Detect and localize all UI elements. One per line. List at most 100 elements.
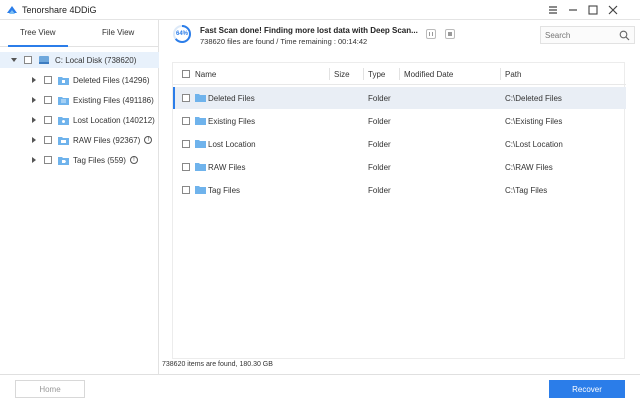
chevron-right-icon[interactable] xyxy=(30,156,38,164)
folder-icon xyxy=(195,117,206,125)
home-button[interactable]: Home xyxy=(15,380,85,398)
scan-status-subtitle: 738620 files are found / Time remaining … xyxy=(200,37,368,46)
stop-button[interactable] xyxy=(445,29,455,39)
row-checkbox[interactable] xyxy=(182,94,190,102)
cell-type: Folder xyxy=(368,94,391,103)
tree-item-deleted-files[interactable]: Deleted Files (14296) xyxy=(30,72,149,88)
tree-item-raw-files[interactable]: RAW Files (92367) ! xyxy=(30,132,153,148)
disk-icon xyxy=(38,55,50,65)
table-row[interactable]: Lost Location Folder C:\Lost Location xyxy=(173,133,626,155)
table-row[interactable]: Tag Files Folder C:\Tag Files xyxy=(173,179,626,201)
table-row[interactable]: Deleted Files Folder C:\Deleted Files xyxy=(173,87,626,109)
chevron-down-icon[interactable] xyxy=(10,56,18,64)
raw-folder-icon xyxy=(58,136,69,145)
cell-name: Deleted Files xyxy=(208,94,255,103)
row-checkbox[interactable] xyxy=(182,186,190,194)
cell-type: Folder xyxy=(368,117,391,126)
file-table: Name Size Type Modified Date Path Delete… xyxy=(172,62,626,359)
tree-root-disk[interactable]: C: Local Disk (738620) xyxy=(0,52,159,68)
scan-status-title: Fast Scan done! Finding more lost data w… xyxy=(200,26,418,35)
footer-bar: Home Recover xyxy=(0,374,640,404)
search-box[interactable] xyxy=(540,26,635,44)
chevron-right-icon[interactable] xyxy=(30,76,38,84)
doc-folder-icon xyxy=(58,96,69,105)
cell-path: C:\RAW Files xyxy=(505,163,553,172)
info-icon[interactable]: ! xyxy=(129,156,138,164)
view-tabs: Tree View File View xyxy=(0,20,159,47)
column-header-size[interactable]: Size xyxy=(334,70,350,79)
cell-type: Folder xyxy=(368,163,391,172)
recover-button[interactable]: Recover xyxy=(549,380,625,398)
chevron-right-icon[interactable] xyxy=(30,96,38,104)
location-folder-icon xyxy=(58,116,69,125)
folder-icon xyxy=(195,186,206,194)
left-panel: Tree View File View C: Local Disk (73862… xyxy=(0,20,159,375)
folder-icon xyxy=(195,163,206,171)
cell-name: Lost Location xyxy=(208,140,256,149)
cell-name: Existing Files xyxy=(208,117,256,126)
table-row[interactable]: Existing Files Folder C:\Existing Files xyxy=(173,110,626,132)
cell-type: Folder xyxy=(368,140,391,149)
app-logo-icon xyxy=(6,4,18,16)
table-header: Name Size Type Modified Date Path xyxy=(173,63,626,85)
tree-checkbox[interactable] xyxy=(44,156,52,164)
folder-icon xyxy=(195,94,206,102)
tree-item-lost-location[interactable]: Lost Location (140212) xyxy=(30,112,155,128)
row-checkbox[interactable] xyxy=(182,163,190,171)
minimize-icon[interactable] xyxy=(566,3,580,17)
cell-name: Tag Files xyxy=(208,186,241,195)
column-header-modified[interactable]: Modified Date xyxy=(404,70,453,79)
tree-item-label: Deleted Files (14296) xyxy=(73,75,150,85)
tree-checkbox[interactable] xyxy=(44,116,52,124)
active-tab-indicator xyxy=(8,45,68,47)
tab-file-view[interactable]: File View xyxy=(102,28,134,37)
row-checkbox[interactable] xyxy=(182,117,190,125)
chevron-right-icon[interactable] xyxy=(30,116,38,124)
cell-path: C:\Existing Files xyxy=(505,117,563,126)
selection-indicator xyxy=(173,87,175,109)
tree-item-label: Tag Files (559) xyxy=(73,155,126,165)
title-bar: Tenorshare 4DDiG xyxy=(0,0,640,20)
search-input[interactable] xyxy=(545,30,615,41)
tree-checkbox[interactable] xyxy=(44,136,52,144)
maximize-icon[interactable] xyxy=(586,3,600,17)
cell-path: C:\Lost Location xyxy=(505,140,563,149)
column-divider[interactable] xyxy=(399,68,400,80)
pause-button[interactable] xyxy=(426,29,436,39)
trash-folder-icon xyxy=(58,76,69,85)
scan-progress-area: 64% Fast Scan done! Finding more lost da… xyxy=(160,20,640,48)
cell-type: Folder xyxy=(368,186,391,195)
cell-path: C:\Tag Files xyxy=(505,186,548,195)
tree-item-label: Existing Files (491186) xyxy=(73,95,154,105)
tree-item-label: Lost Location (140212) xyxy=(73,115,155,125)
tab-tree-view[interactable]: Tree View xyxy=(20,28,56,37)
app-title: Tenorshare 4DDiG xyxy=(22,5,97,15)
table-row[interactable]: RAW Files Folder C:\RAW Files xyxy=(173,156,626,178)
tree-root-label: C: Local Disk (738620) xyxy=(55,55,137,65)
tree-item-tag-files[interactable]: Tag Files (559) ! xyxy=(30,152,138,168)
column-header-path[interactable]: Path xyxy=(505,70,521,79)
close-icon[interactable] xyxy=(606,3,620,17)
menu-icon[interactable] xyxy=(546,3,560,17)
tag-folder-icon xyxy=(58,156,69,165)
column-divider[interactable] xyxy=(329,68,330,80)
column-header-name[interactable]: Name xyxy=(195,70,216,79)
chevron-right-icon[interactable] xyxy=(30,136,38,144)
select-all-checkbox[interactable] xyxy=(182,70,190,78)
status-bar: 738620 items are found, 180.30 GB xyxy=(162,361,273,368)
info-icon[interactable]: ! xyxy=(144,136,153,144)
tree-item-label: RAW Files (92367) xyxy=(73,135,141,145)
tree-item-existing-files[interactable]: Existing Files (491186) xyxy=(30,92,154,108)
column-header-type[interactable]: Type xyxy=(368,70,385,79)
column-divider[interactable] xyxy=(500,68,501,80)
progress-percent: 64% xyxy=(175,31,188,37)
tree-checkbox[interactable] xyxy=(44,76,52,84)
search-icon[interactable] xyxy=(619,30,630,41)
root-checkbox[interactable] xyxy=(24,56,32,64)
row-checkbox[interactable] xyxy=(182,140,190,148)
cell-name: RAW Files xyxy=(208,163,246,172)
folder-icon xyxy=(195,140,206,148)
tree-checkbox[interactable] xyxy=(44,96,52,104)
column-divider[interactable] xyxy=(363,68,364,80)
cell-path: C:\Deleted Files xyxy=(505,94,562,103)
